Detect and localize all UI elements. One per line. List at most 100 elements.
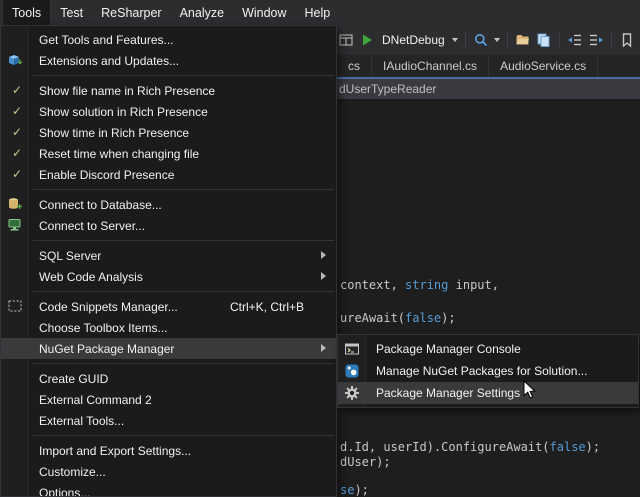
submenu-arrow-icon	[321, 272, 326, 280]
menu-shortcut: Ctrl+K, Ctrl+B	[230, 300, 304, 314]
menu-item-web-code-analysis[interactable]: Web Code Analysis	[1, 266, 336, 287]
menu-item-label: Connect to Server...	[39, 219, 145, 233]
menu-item-extensions-and-updates[interactable]: Extensions and Updates...	[1, 50, 336, 71]
toolbar-separator	[611, 32, 612, 48]
tab-cs[interactable]: cs	[337, 55, 372, 77]
find-icon[interactable]	[473, 32, 489, 48]
menubar-item-help[interactable]: Help	[296, 0, 340, 25]
checkmark-icon: ✓	[9, 164, 25, 185]
code-line: d.Id, userId).ConfigureAwait(false);	[340, 440, 600, 454]
bookmark-icon[interactable]	[619, 32, 635, 48]
menu-item-external-command-2[interactable]: External Command 2	[1, 389, 336, 410]
tools-menu: Get Tools and Features... Extensions and …	[0, 25, 337, 497]
checkmark-icon: ✓	[9, 143, 25, 164]
menu-item-external-tools[interactable]: External Tools...	[1, 410, 336, 431]
debug-target-dropdown[interactable]: DNetDebug	[382, 33, 445, 47]
menu-item-show-time-in-rich-presence[interactable]: ✓ Show time in Rich Presence	[1, 122, 336, 143]
menu-item-get-tools-and-features[interactable]: Get Tools and Features...	[1, 29, 336, 50]
menu-item-label: Customize...	[39, 465, 106, 479]
menu-item-label: NuGet Package Manager	[39, 342, 174, 356]
menu-item-label: Options...	[39, 486, 90, 497]
menu-item-label: Extensions and Updates...	[39, 54, 179, 68]
nuget-submenu: Package Manager Console Manage NuGet Pack…	[337, 334, 639, 408]
menu-item-show-file-name-in-rich-presence[interactable]: ✓ Show file name in Rich Presence	[1, 80, 336, 101]
menu-item-label: External Command 2	[39, 393, 152, 407]
menu-item-label: External Tools...	[39, 414, 124, 428]
checkmark-icon: ✓	[9, 101, 25, 122]
menu-item-create-guid[interactable]: Create GUID	[1, 368, 336, 389]
code-line: dUser);	[340, 455, 391, 469]
menu-item-label: Enable Discord Presence	[39, 168, 174, 182]
menu-separator	[33, 75, 334, 76]
dropdown-caret-icon[interactable]	[494, 38, 500, 42]
menu-separator	[33, 363, 334, 364]
menu-item-label: Code Snippets Manager...	[39, 300, 178, 314]
menu-item-connect-to-server[interactable]: Connect to Server...	[1, 215, 336, 236]
menu-item-import-and-export-settings[interactable]: Import and Export Settings...	[1, 440, 336, 461]
menu-item-package-manager-console[interactable]: Package Manager Console	[338, 338, 638, 360]
toolbar-icons: DNetDebug	[338, 25, 640, 55]
menu-item-label: Show solution in Rich Presence	[39, 105, 208, 119]
menu-item-manage-nuget-packages-for-solution[interactable]: Manage NuGet Packages for Solution...	[338, 360, 638, 382]
menubar-item-resharper[interactable]: ReSharper	[92, 0, 170, 25]
snippets-icon	[7, 298, 23, 314]
toolbar-separator	[559, 32, 560, 48]
menu-item-show-solution-in-rich-presence[interactable]: ✓ Show solution in Rich Presence	[1, 101, 336, 122]
gear-icon	[344, 385, 360, 401]
checkmark-icon: ✓	[9, 80, 25, 101]
mouse-cursor	[523, 380, 536, 400]
menu-item-enable-discord-presence[interactable]: ✓ Enable Discord Presence	[1, 164, 336, 185]
menu-item-customize[interactable]: Customize...	[1, 461, 336, 482]
indent-icon[interactable]	[588, 32, 604, 48]
tab-iaudiochannel-cs[interactable]: IAudioChannel.cs	[372, 55, 489, 77]
dropdown-caret-icon[interactable]	[452, 38, 458, 42]
menu-separator	[33, 240, 334, 241]
save-all-icon[interactable]	[536, 32, 552, 48]
code-line: ureAwait(false);	[340, 311, 456, 325]
menu-item-label: Web Code Analysis	[39, 270, 143, 284]
menu-item-code-snippets-manager[interactable]: Code Snippets Manager... Ctrl+K, Ctrl+B	[1, 296, 336, 317]
menu-item-label: Import and Export Settings...	[39, 444, 191, 458]
menu-item-choose-toolbox-items[interactable]: Choose Toolbox Items...	[1, 317, 336, 338]
window-grid-icon[interactable]	[338, 32, 354, 48]
database-icon	[7, 196, 23, 212]
menu-item-package-manager-settings[interactable]: Package Manager Settings	[338, 382, 638, 404]
nuget-submenu-items: Package Manager Console Manage NuGet Pack…	[338, 335, 638, 404]
open-folder-icon[interactable]	[515, 32, 531, 48]
play-icon[interactable]	[359, 32, 375, 48]
menu-item-label: Get Tools and Features...	[39, 33, 174, 47]
menu-item-nuget-package-manager[interactable]: NuGet Package Manager	[1, 338, 336, 359]
toolbar-separator	[507, 32, 508, 48]
checkmark-icon: ✓	[9, 122, 25, 143]
menu-item-connect-to-database[interactable]: Connect to Database...	[1, 194, 336, 215]
menu-separator	[33, 291, 334, 292]
menu-item-label: Package Manager Settings	[376, 386, 520, 400]
menu-item-sql-server[interactable]: SQL Server	[1, 245, 336, 266]
console-icon	[344, 341, 360, 357]
menu-item-label: Connect to Database...	[39, 198, 162, 212]
tools-menu-items: Get Tools and Features... Extensions and …	[1, 26, 336, 497]
menu-item-label: Manage NuGet Packages for Solution...	[376, 364, 587, 378]
code-line: context, string input,	[340, 278, 499, 292]
menu-item-label: Show file name in Rich Presence	[39, 84, 215, 98]
menubar-item-window[interactable]: Window	[233, 0, 295, 25]
menu-separator	[33, 189, 334, 190]
menu-item-label: Reset time when changing file	[39, 147, 199, 161]
submenu-arrow-icon	[321, 251, 326, 259]
breadcrumb-text: dUserTypeReader	[339, 79, 436, 99]
menubar-item-tools[interactable]: Tools	[2, 0, 51, 25]
menu-item-reset-time-when-changing-file[interactable]: ✓ Reset time when changing file	[1, 143, 336, 164]
nuget-icon	[344, 363, 360, 379]
extensions-icon	[7, 52, 23, 68]
menu-item-label: Choose Toolbox Items...	[39, 321, 168, 335]
menubar-item-analyze[interactable]: Analyze	[171, 0, 233, 25]
outdent-icon[interactable]	[567, 32, 583, 48]
menubar-item-test[interactable]: Test	[51, 0, 92, 25]
toolbar-separator	[465, 32, 466, 48]
tab-audioservice-cs[interactable]: AudioService.cs	[489, 55, 598, 77]
menubar: ToolsTestReSharperAnalyzeWindowHelp	[0, 0, 640, 25]
menu-item-label: Show time in Rich Presence	[39, 126, 189, 140]
menu-item-options[interactable]: Options...	[1, 482, 336, 497]
server-icon	[7, 217, 23, 233]
menu-item-label: Create GUID	[39, 372, 108, 386]
